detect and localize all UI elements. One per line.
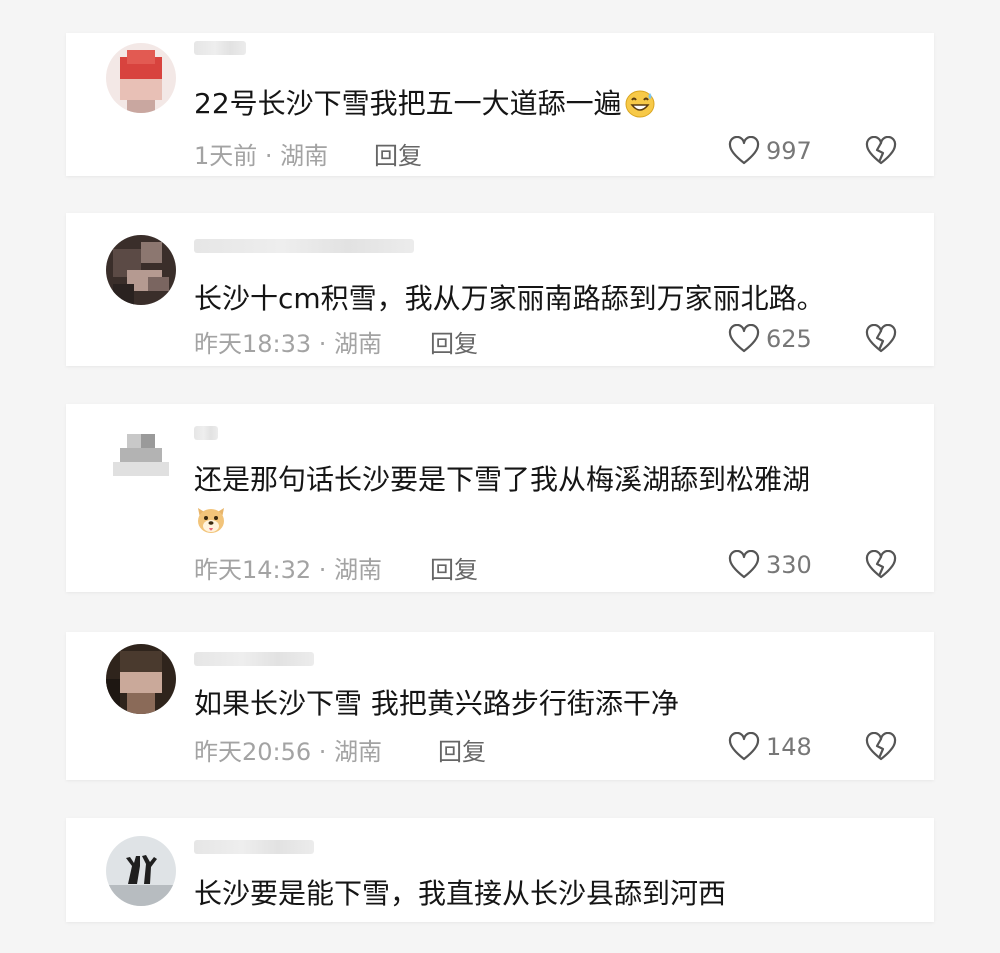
comment-card: 长沙十cm积雪，我从万家丽南路舔到万家丽北路。 昨天18:33 · 湖南 回复 … xyxy=(66,213,934,366)
heart-outline-icon xyxy=(728,136,760,166)
like-count: 330 xyxy=(766,551,812,579)
comment-card: 22号长沙下雪我把五一大道舔一遍 1天前 · 湖南 回复 997 xyxy=(66,33,934,176)
comment-location: 湖南 xyxy=(334,330,383,358)
meta-separator: · xyxy=(311,556,335,584)
avatar[interactable] xyxy=(106,420,176,490)
dislike-button[interactable] xyxy=(864,324,898,354)
comment-location: 湖南 xyxy=(334,738,383,766)
heart-outline-icon xyxy=(728,324,760,354)
grinning-sweat-emoji xyxy=(624,88,656,128)
comment-time: 昨天14:32 xyxy=(194,556,312,584)
comment-location: 湖南 xyxy=(280,142,329,170)
comment-location: 湖南 xyxy=(334,556,383,584)
like-button[interactable]: 997 xyxy=(728,136,812,166)
broken-heart-icon xyxy=(864,550,898,580)
broken-heart-icon xyxy=(864,324,898,354)
username-blurred[interactable] xyxy=(194,840,314,854)
heart-outline-icon xyxy=(728,732,760,762)
like-button[interactable]: 625 xyxy=(728,324,812,354)
comment-meta: 昨天14:32 · 湖南 xyxy=(194,550,382,585)
avatar[interactable] xyxy=(106,235,176,305)
comment-text: 22号长沙下雪我把五一大道舔一遍 xyxy=(194,85,904,128)
comment-time: 昨天18:33 xyxy=(194,330,312,358)
dislike-button[interactable] xyxy=(864,550,898,580)
reply-button[interactable]: 回复 xyxy=(430,324,478,359)
username-blurred[interactable] xyxy=(194,239,414,253)
comment-body: 长沙十cm积雪，我从万家丽南路舔到万家丽北路。 xyxy=(194,282,825,315)
dislike-button[interactable] xyxy=(864,136,898,166)
comment-time: 1天前 xyxy=(194,142,258,170)
like-count: 997 xyxy=(766,137,812,165)
reply-button[interactable]: 回复 xyxy=(374,136,422,171)
dog-emoji xyxy=(194,504,228,546)
comment-card: 如果长沙下雪 我把黄兴路步行街添干净 昨天20:56 · 湖南 回复 148 xyxy=(66,632,934,780)
comment-text: 长沙要是能下雪，我直接从长沙县舔到河西 xyxy=(194,875,904,913)
avatar[interactable] xyxy=(106,836,176,906)
meta-separator: · xyxy=(257,142,281,170)
comment-body: 长沙要是能下雪，我直接从长沙县舔到河西 xyxy=(194,877,727,910)
like-count: 625 xyxy=(766,325,812,353)
comment-text: 长沙十cm积雪，我从万家丽南路舔到万家丽北路。 xyxy=(194,280,904,318)
like-button[interactable]: 330 xyxy=(728,550,812,580)
comment-body: 22号长沙下雪我把五一大道舔一遍 xyxy=(194,87,622,120)
comment-text: 如果长沙下雪 我把黄兴路步行街添干净 xyxy=(194,685,904,723)
like-button[interactable]: 148 xyxy=(728,732,812,762)
avatar[interactable] xyxy=(106,43,176,113)
comment-meta: 昨天18:33 · 湖南 xyxy=(194,324,382,359)
comment-meta: 昨天20:56 · 湖南 xyxy=(194,732,382,767)
meta-separator: · xyxy=(311,738,335,766)
comment-time: 昨天20:56 xyxy=(194,738,312,766)
reply-button[interactable]: 回复 xyxy=(430,550,478,585)
broken-heart-icon xyxy=(864,732,898,762)
comment-text: 还是那句话长沙要是下雪了我从梅溪湖舔到松雅湖 xyxy=(194,461,904,499)
meta-separator: · xyxy=(311,330,335,358)
comment-body: 如果长沙下雪 我把黄兴路步行街添干净 xyxy=(194,687,679,720)
avatar[interactable] xyxy=(106,644,176,714)
comment-body: 还是那句话长沙要是下雪了我从梅溪湖舔到松雅湖 xyxy=(194,463,811,496)
like-count: 148 xyxy=(766,733,812,761)
comment-card: 长沙要是能下雪，我直接从长沙县舔到河西 xyxy=(66,818,934,922)
comment-card: 还是那句话长沙要是下雪了我从梅溪湖舔到松雅湖 昨天14:32 · 湖南 回复 3… xyxy=(66,404,934,592)
username-blurred[interactable] xyxy=(194,41,246,55)
username-blurred[interactable] xyxy=(194,426,218,440)
heart-outline-icon xyxy=(728,550,760,580)
comment-text-line2 xyxy=(194,503,904,546)
username-blurred[interactable] xyxy=(194,652,314,666)
dislike-button[interactable] xyxy=(864,732,898,762)
comment-meta: 1天前 · 湖南 xyxy=(194,136,328,171)
broken-heart-icon xyxy=(864,136,898,166)
reply-button[interactable]: 回复 xyxy=(438,732,486,767)
